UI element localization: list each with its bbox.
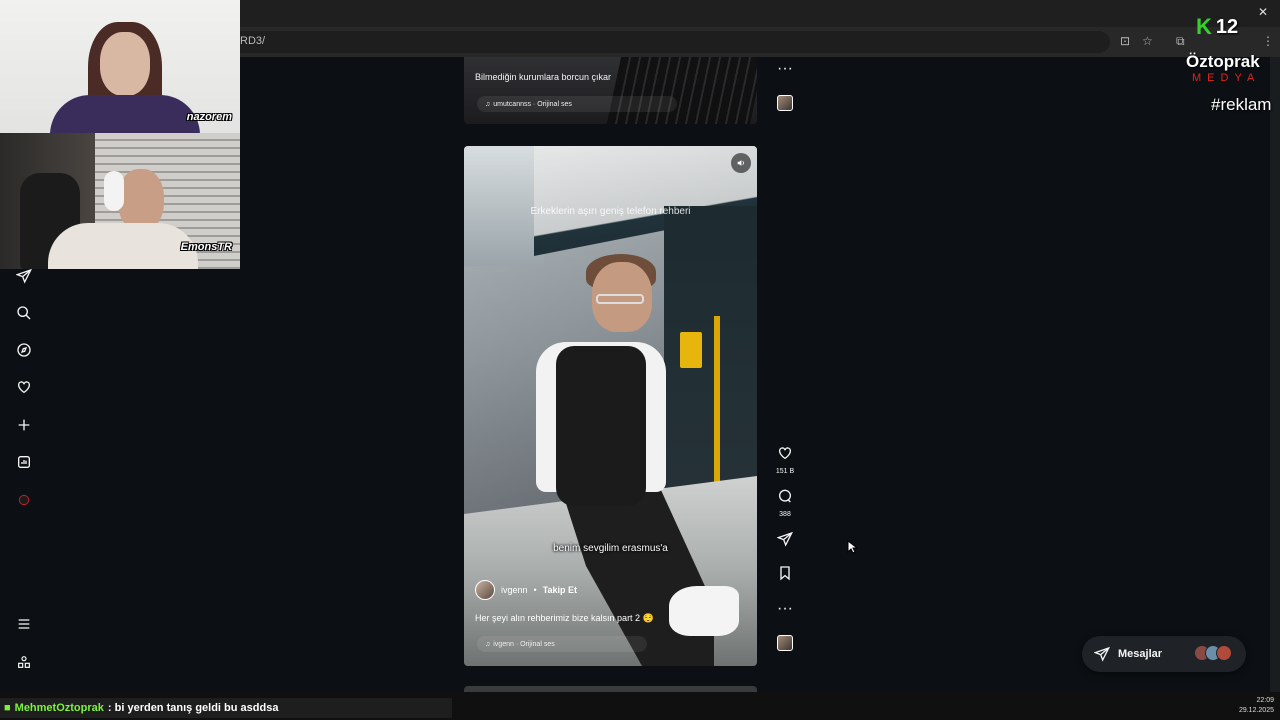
- more-options-icon[interactable]: ···: [772, 600, 798, 618]
- author-avatar[interactable]: [475, 580, 495, 600]
- mouse-cursor-icon: [847, 540, 857, 554]
- kick-viewer-badge: K 12: [1196, 14, 1238, 40]
- address-bar[interactable]: [230, 31, 1110, 53]
- comment-count: 388: [779, 511, 791, 518]
- chat-username: MehmetOztoprak: [14, 702, 104, 714]
- reel-author-row: ivgenn • Takip Et: [475, 580, 577, 600]
- search-icon[interactable]: [12, 301, 36, 325]
- address-text: RD3/: [240, 35, 266, 47]
- messages-label: Mesajlar: [1118, 648, 1163, 660]
- close-window-icon[interactable]: ✕: [1258, 5, 1268, 19]
- previous-reel-caption: Bilmediğin kurumlara borcun çıkar: [475, 72, 612, 82]
- reel-caption[interactable]: Her şeyi alın rehberimiz bize kalsın par…: [475, 613, 654, 624]
- follow-button[interactable]: Takip Et: [543, 585, 577, 595]
- system-clock[interactable]: 22:09 29.12.2025: [1239, 696, 1274, 716]
- brand-logo-sub: MEDYA: [1192, 72, 1261, 84]
- share-button[interactable]: [772, 531, 798, 552]
- insights-icon[interactable]: [12, 450, 36, 474]
- clock-date: 29.12.2025: [1238, 707, 1274, 714]
- heart-icon: [779, 447, 791, 460]
- save-button[interactable]: [772, 565, 798, 586]
- webcam-nazorem: nazorem: [0, 0, 240, 133]
- profile-icon[interactable]: [12, 488, 36, 512]
- reel-video[interactable]: Erkeklerin aşırı geniş telefon rehberi b…: [464, 146, 757, 666]
- clock-time: 22:09: [1256, 697, 1274, 704]
- explore-icon[interactable]: [12, 338, 36, 362]
- reel-subtitle: benim sevgilim erasmus'a: [553, 543, 668, 554]
- reel-overlay-text: Erkeklerin aşırı geniş telefon rehberi: [530, 206, 691, 217]
- previous-reel-audio-label: umutcannss · Orijinal ses: [493, 100, 572, 108]
- comment-icon: [779, 489, 792, 503]
- notifications-icon[interactable]: [12, 375, 36, 399]
- like-button[interactable]: 151 B: [772, 445, 798, 475]
- author-username[interactable]: ivgenn: [501, 585, 528, 595]
- like-count: 151 B: [775, 468, 795, 475]
- extensions-icon[interactable]: ⧉: [1176, 34, 1185, 49]
- headphones-icon: [104, 171, 124, 211]
- chat-message: : bi yerden tanış geldi bu asddsa: [107, 702, 279, 714]
- chat-overlay-line: ■ MehmetOztoprak : bi yerden tanış geldi…: [0, 698, 452, 718]
- music-note-icon: ♫: [485, 640, 491, 648]
- keyboard-image: [606, 57, 757, 124]
- more-apps-icon[interactable]: [12, 650, 36, 674]
- ad-hashtag: #reklam: [1211, 95, 1272, 114]
- webcam-name-tag: EmonsTR: [180, 241, 232, 253]
- messages-button[interactable]: Mesajlar: [1082, 636, 1246, 672]
- previous-reel-audio[interactable]: ♫ umutcannss · Orijinal ses: [477, 96, 677, 112]
- reel-audio[interactable]: ♫ ivgenn · Orijinal ses: [477, 636, 647, 652]
- menu-icon[interactable]: [12, 612, 36, 636]
- webcam-emonstr: EmonsTR: [0, 133, 240, 269]
- sound-icon[interactable]: [731, 153, 751, 173]
- previous-reel[interactable]: Bilmediğin kurumlara borcun çıkar ♫ umut…: [464, 57, 757, 124]
- kick-logo-icon: K: [1196, 14, 1212, 39]
- install-app-icon[interactable]: ⊡: [1120, 34, 1130, 48]
- viewer-count: 12: [1215, 15, 1239, 38]
- bookmark-star-icon[interactable]: ☆: [1142, 34, 1153, 48]
- send-icon: [776, 531, 793, 547]
- browser-menu-icon[interactable]: ⋮: [1262, 34, 1274, 48]
- direct-icon: [1094, 646, 1110, 662]
- previous-reel-more-icon[interactable]: ···: [772, 60, 798, 78]
- music-note-icon: ♫: [485, 100, 491, 108]
- webcam-name-tag: nazorem: [186, 111, 232, 123]
- reel-audio-thumb[interactable]: [777, 635, 793, 651]
- bookmark-icon: [780, 566, 790, 581]
- messages-avatars: [1194, 645, 1232, 661]
- create-icon[interactable]: [12, 413, 36, 437]
- chat-platform-icon: ■: [4, 702, 11, 714]
- reel-audio-label: ivgenn · Orijinal ses: [493, 640, 555, 648]
- message-avatar: [1216, 645, 1232, 661]
- brand-logo: Öztoprak: [1186, 52, 1260, 71]
- page-scrollbar[interactable]: [1270, 57, 1280, 692]
- separator-dot: •: [533, 585, 537, 595]
- previous-reel-audio-thumb[interactable]: [777, 95, 793, 111]
- comment-button[interactable]: 388: [772, 488, 798, 518]
